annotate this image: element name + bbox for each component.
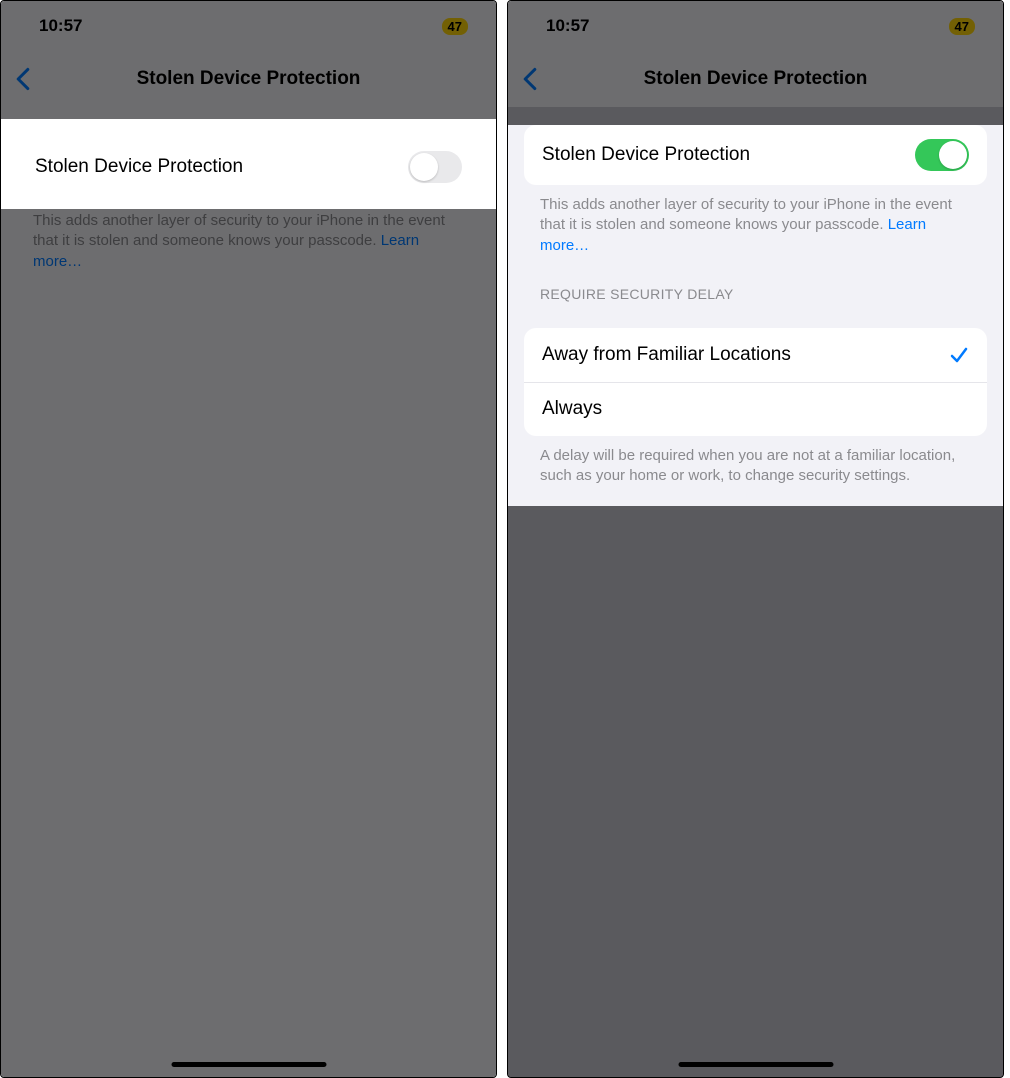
page-title: Stolen Device Protection [137,68,361,90]
delay-card: Away from Familiar Locations Always [524,328,987,436]
content: This adds another layer of security to y… [1,209,496,992]
home-indicator[interactable] [678,1062,833,1067]
highlight-slot: Stolen Device Protection [1,119,496,209]
back-button[interactable] [15,67,31,91]
delay-section-header: REQUIRE SECURITY DELAY [508,256,1003,310]
sdp-card: Stolen Device Protection [17,137,480,197]
sdp-card: Stolen Device Protection [524,125,987,185]
home-indicator[interactable] [171,1062,326,1067]
check-icon [949,345,969,365]
sdp-toggle-row[interactable]: Stolen Device Protection [17,137,480,197]
delay-footer: A delay will be required when you are no… [508,444,1003,507]
sdp-footer: This adds another layer of security to y… [1,209,496,272]
delay-option-label: Always [542,398,602,420]
status-time: 10:57 [39,16,82,36]
nav-bar: Stolen Device Protection [1,51,496,107]
phone-left: 10:57 47 Stolen Device Protection Stolen… [0,0,497,1078]
sdp-toggle[interactable] [915,139,969,171]
battery-badge: 47 [442,18,468,35]
sdp-toggle-label: Stolen Device Protection [542,144,750,166]
sdp-footer: This adds another layer of security to y… [508,193,1003,256]
delay-option-away[interactable]: Away from Familiar Locations [524,328,987,382]
sdp-toggle-label: Stolen Device Protection [35,156,243,178]
chevron-left-icon [15,67,31,91]
sdp-toggle-row[interactable]: Stolen Device Protection [524,125,987,185]
status-bar: 10:57 47 [1,1,496,51]
delay-option-always[interactable]: Always [524,382,987,436]
phone-right: 10:57 47 Stolen Device Protection Stolen… [507,0,1004,1078]
delay-option-label: Away from Familiar Locations [542,344,791,366]
sdp-toggle[interactable] [408,151,462,183]
